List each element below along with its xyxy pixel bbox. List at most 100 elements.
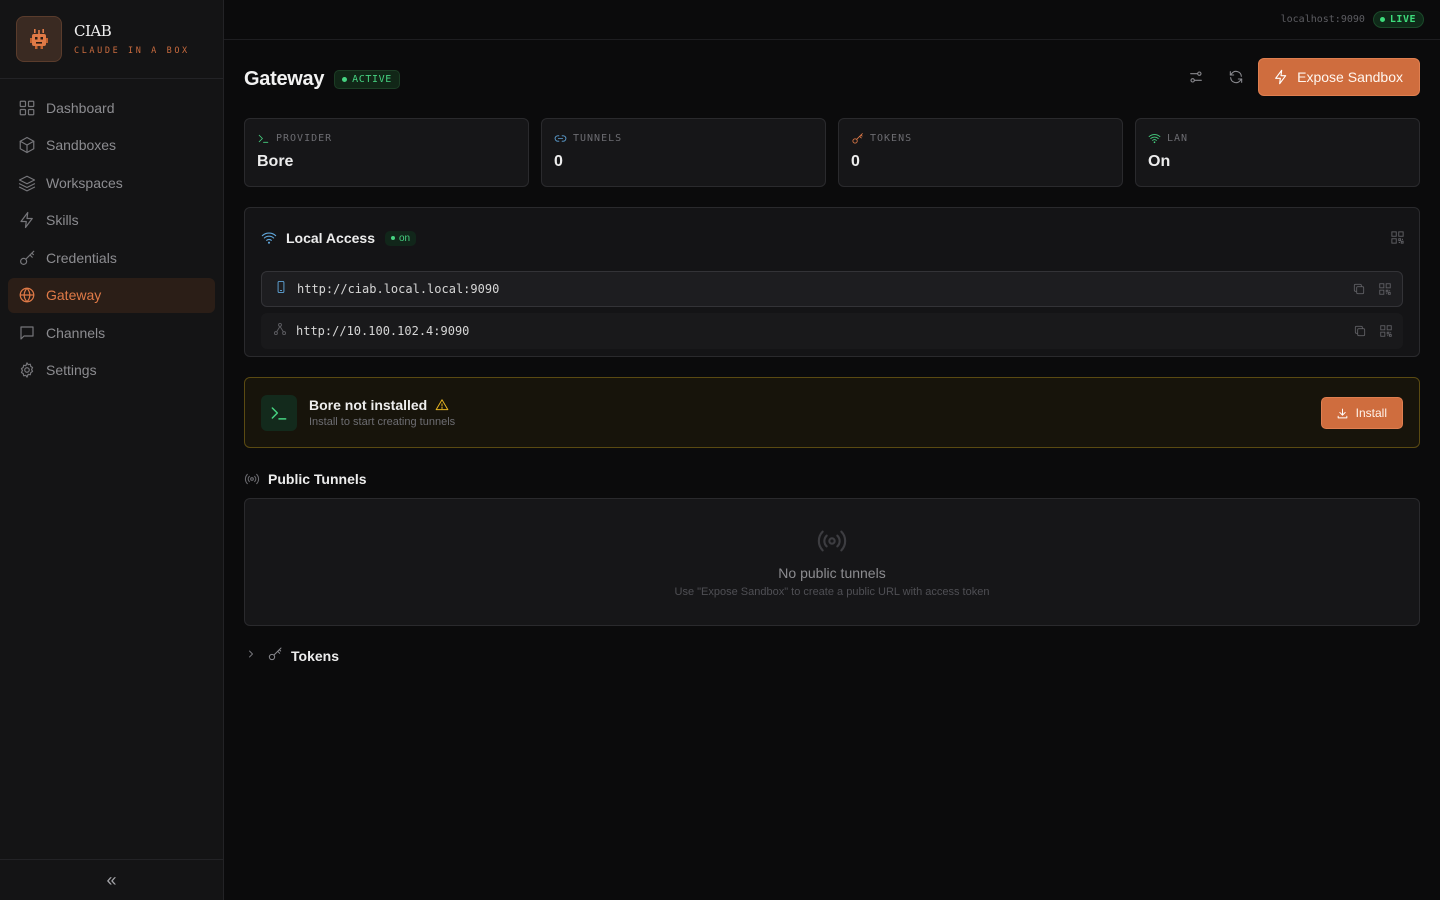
refresh-button[interactable] [1218, 59, 1254, 95]
bolt-icon [1275, 69, 1287, 85]
sidebar-item-channels[interactable]: Channels [8, 315, 215, 350]
copy-icon[interactable] [1353, 324, 1367, 338]
sidebar-item-label: Sandboxes [46, 137, 117, 153]
local-access-title: Local Access [286, 230, 375, 246]
chat-icon [20, 325, 34, 340]
ip-url-row[interactable]: http://10.100.102.4:9090 [261, 313, 1403, 349]
sidebar-nav: Dashboard Sandboxes Workspaces Skills Cr… [0, 90, 223, 388]
box-icon [19, 136, 35, 154]
sidebar-item-label: Gateway [46, 287, 102, 303]
live-label: LIVE [1389, 14, 1416, 25]
main-content: Gateway ACTIVE Expose Sandbox PROVIDER B… [244, 40, 1420, 666]
warning-icon [435, 399, 449, 411]
qr-code-icon[interactable] [1379, 324, 1393, 338]
brand: CIAB CLAUDE IN A BOX [0, 0, 223, 79]
sidebar-item-settings[interactable]: Settings [8, 353, 215, 388]
stat-tokens: TOKENS 0 [838, 118, 1123, 187]
status-dot [1379, 17, 1385, 22]
stat-provider: PROVIDER Bore [244, 118, 529, 187]
sidebar-item-label: Credentials [46, 249, 117, 266]
copy-icon[interactable] [1352, 282, 1366, 296]
topbar: localhost:9090 LIVE [224, 0, 1440, 40]
local-url-text: http://ciab.local.local:9090 [297, 282, 500, 296]
sidebar: CIAB CLAUDE IN A BOX Dashboard Sandboxes… [0, 0, 224, 900]
stat-value: 0 [554, 153, 563, 170]
status-dot [342, 76, 348, 82]
public-tunnels-title: Public Tunnels [268, 471, 367, 487]
stat-label: PROVIDER [276, 133, 333, 144]
status-label: ACTIVE [352, 73, 392, 85]
brand-subtitle: CLAUDE IN A BOX [74, 46, 190, 56]
header-actions: Expose Sandbox [1178, 58, 1420, 96]
stat-label: TOKENS [870, 133, 913, 144]
sidebar-item-skills[interactable]: Skills [8, 203, 215, 238]
page-title: Gateway [244, 67, 325, 90]
link-icon [554, 135, 567, 142]
stat-lan: LAN On [1135, 118, 1420, 187]
stat-value: 0 [851, 153, 860, 170]
warning-title: Bore not installed [309, 397, 428, 413]
sidebar-item-workspaces[interactable]: Workspaces [8, 165, 215, 200]
install-button[interactable]: Install [1320, 397, 1403, 429]
key-icon [268, 647, 282, 660]
broadcast-icon [244, 473, 260, 485]
live-badge: LIVE [1372, 11, 1424, 28]
sidebar-item-label: Workspaces [46, 174, 123, 191]
terminal-icon [261, 394, 297, 431]
qr-code-icon [1391, 231, 1404, 244]
filter-settings-button[interactable] [1178, 59, 1214, 95]
sidebar-item-label: Dashboard [46, 99, 115, 116]
public-tunnels-empty-state: No public tunnels Use "Expose Sandbox" t… [244, 498, 1420, 626]
qr-code-icon[interactable] [1378, 282, 1392, 296]
expose-sandbox-button[interactable]: Expose Sandbox [1258, 58, 1420, 96]
refresh-icon [1229, 70, 1243, 84]
tokens-title: Tokens [291, 648, 339, 664]
install-label: Install [1355, 406, 1387, 420]
wifi-icon [1148, 134, 1161, 144]
layers-icon [18, 175, 36, 191]
public-tunnels-header: Public Tunnels [244, 469, 1420, 489]
expose-sandbox-label: Expose Sandbox [1297, 69, 1403, 85]
network-icon [273, 322, 287, 335]
wifi-icon [261, 232, 277, 244]
local-access-status-label: on [398, 232, 411, 244]
tokens-section-toggle[interactable]: Tokens [244, 646, 1420, 666]
key-icon [852, 133, 863, 144]
stat-label: TUNNELS [573, 133, 623, 144]
local-access-card: Local Access on http://ciab.local.local:… [244, 207, 1420, 357]
sidebar-item-label: Channels [46, 324, 106, 341]
provider-warning-card: Bore not installed Install to start crea… [244, 377, 1420, 448]
sidebar-item-dashboard[interactable]: Dashboard [8, 90, 215, 125]
stat-value: On [1148, 153, 1171, 170]
bolt-icon [20, 211, 33, 229]
status-dot [390, 236, 395, 240]
empty-subtitle: Use "Expose Sandbox" to create a public … [674, 586, 990, 598]
chevrons-left-icon: « [106, 869, 117, 890]
stat-label: LAN [1167, 133, 1189, 144]
local-access-status-badge: on [384, 230, 417, 246]
sidebar-item-credentials[interactable]: Credentials [8, 240, 215, 275]
globe-icon [19, 287, 35, 303]
stat-value: Bore [257, 153, 294, 170]
chevron-right-icon [249, 650, 253, 658]
sidebar-item-label: Skills [46, 212, 79, 228]
robot-icon[interactable] [16, 16, 62, 62]
status-badge: ACTIVE [334, 69, 400, 89]
warning-subtitle: Install to start creating tunnels [309, 416, 456, 428]
phone-icon [277, 280, 285, 293]
stats-row: PROVIDER Bore TUNNELS 0 TOKENS 0 LAN On [244, 118, 1420, 187]
empty-title: No public tunnels [778, 565, 886, 581]
grid-icon [19, 100, 35, 115]
show-qr-button[interactable] [1390, 230, 1405, 250]
stat-tunnels: TUNNELS 0 [541, 118, 826, 187]
sidebar-item-sandboxes[interactable]: Sandboxes [8, 128, 215, 163]
broadcast-icon [817, 530, 847, 552]
local-url-row[interactable]: http://ciab.local.local:9090 [261, 271, 1403, 307]
terminal-icon [258, 134, 269, 143]
download-icon [1337, 408, 1347, 418]
host-label: localhost:9090 [1280, 14, 1365, 25]
sliders-icon [1190, 71, 1203, 83]
sidebar-item-gateway[interactable]: Gateway [8, 277, 215, 313]
sidebar-item-label: Settings [46, 362, 97, 378]
collapse-sidebar-button[interactable]: « [0, 859, 223, 900]
